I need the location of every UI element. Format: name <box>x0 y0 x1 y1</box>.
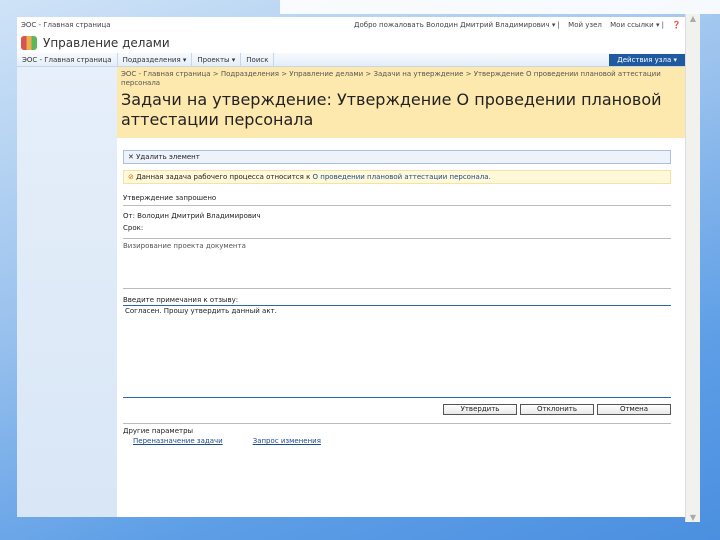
help-icon[interactable]: ❓ <box>672 21 681 29</box>
breadcrumb[interactable]: ЭОС - Главная страница > Подразделения >… <box>121 70 681 88</box>
scroll-down-icon[interactable]: ▼ <box>686 513 700 522</box>
reassign-link[interactable]: Переназначение задачи <box>133 437 223 445</box>
site-title-text[interactable]: Управление делами <box>43 36 170 50</box>
comment-label: Введите примечания к отзыву: <box>123 296 239 304</box>
cancel-button[interactable]: Отмена <box>597 404 671 415</box>
left-nav <box>17 67 117 517</box>
other-options-heading: Другие параметры <box>123 427 194 435</box>
due-field: Срок: <box>123 224 144 232</box>
top-nav: ЭОС - Главная страница Подразделения ▾ П… <box>17 53 685 67</box>
page-title: Задачи на утверждение: Утверждение О про… <box>121 90 662 129</box>
nav-departments[interactable]: Подразделения ▾ <box>118 53 193 66</box>
site-logo-icon <box>21 36 37 50</box>
delete-icon[interactable]: ✕ <box>128 153 134 161</box>
comment-value: Согласен. Прошу утвердить данный акт. <box>125 307 277 315</box>
info-link[interactable]: О проведении плановой аттестации персона… <box>313 173 491 181</box>
welcome-menu[interactable]: Добро пожаловать Володин Дмитрий Владими… <box>354 21 550 29</box>
site-actions-menu[interactable]: Действия узла ▾ <box>609 54 685 66</box>
site-title: Управление делами <box>17 33 685 53</box>
nav-search[interactable]: Поиск <box>241 53 275 66</box>
toolbar: ✕ Удалить элемент <box>123 150 671 164</box>
background-decoration <box>280 0 720 14</box>
info-bar: ⊘ Данная задача рабочего процесса относи… <box>123 170 671 184</box>
delete-item-button[interactable]: Удалить элемент <box>136 153 200 161</box>
site-link[interactable]: ЭОС - Главная страница <box>21 21 111 29</box>
reject-button[interactable]: Отклонить <box>520 404 594 415</box>
info-text: Данная задача рабочего процесса относитс… <box>136 173 313 181</box>
workflow-icon: ⊘ <box>128 173 134 181</box>
main-content: ЭОС - Главная страница > Подразделения >… <box>117 67 685 517</box>
vertical-scrollbar[interactable]: ▲ ▼ <box>685 14 700 522</box>
scroll-up-icon[interactable]: ▲ <box>686 14 700 23</box>
comment-textarea[interactable]: Согласен. Прошу утвердить данный акт. <box>123 306 671 398</box>
browser-window: ЭОС - Главная страница Добро пожаловать … <box>17 17 685 517</box>
my-links-menu[interactable]: Мои ссылки <box>610 21 654 29</box>
from-field: От: Володин Дмитрий Владимирович <box>123 212 261 220</box>
form-heading: Утверждение запрошено <box>123 194 217 202</box>
page-header: ЭОС - Главная страница > Подразделения >… <box>117 67 685 138</box>
nav-projects[interactable]: Проекты ▾ <box>192 53 242 66</box>
top-bar: ЭОС - Главная страница Добро пожаловать … <box>17 17 685 33</box>
my-site-link[interactable]: Мой узел <box>568 21 602 29</box>
approve-button[interactable]: Утвердить <box>443 404 517 415</box>
request-change-link[interactable]: Запрос изменения <box>253 437 321 445</box>
nav-home[interactable]: ЭОС - Главная страница <box>17 53 118 66</box>
description-text: Визирование проекта документа <box>123 242 246 250</box>
